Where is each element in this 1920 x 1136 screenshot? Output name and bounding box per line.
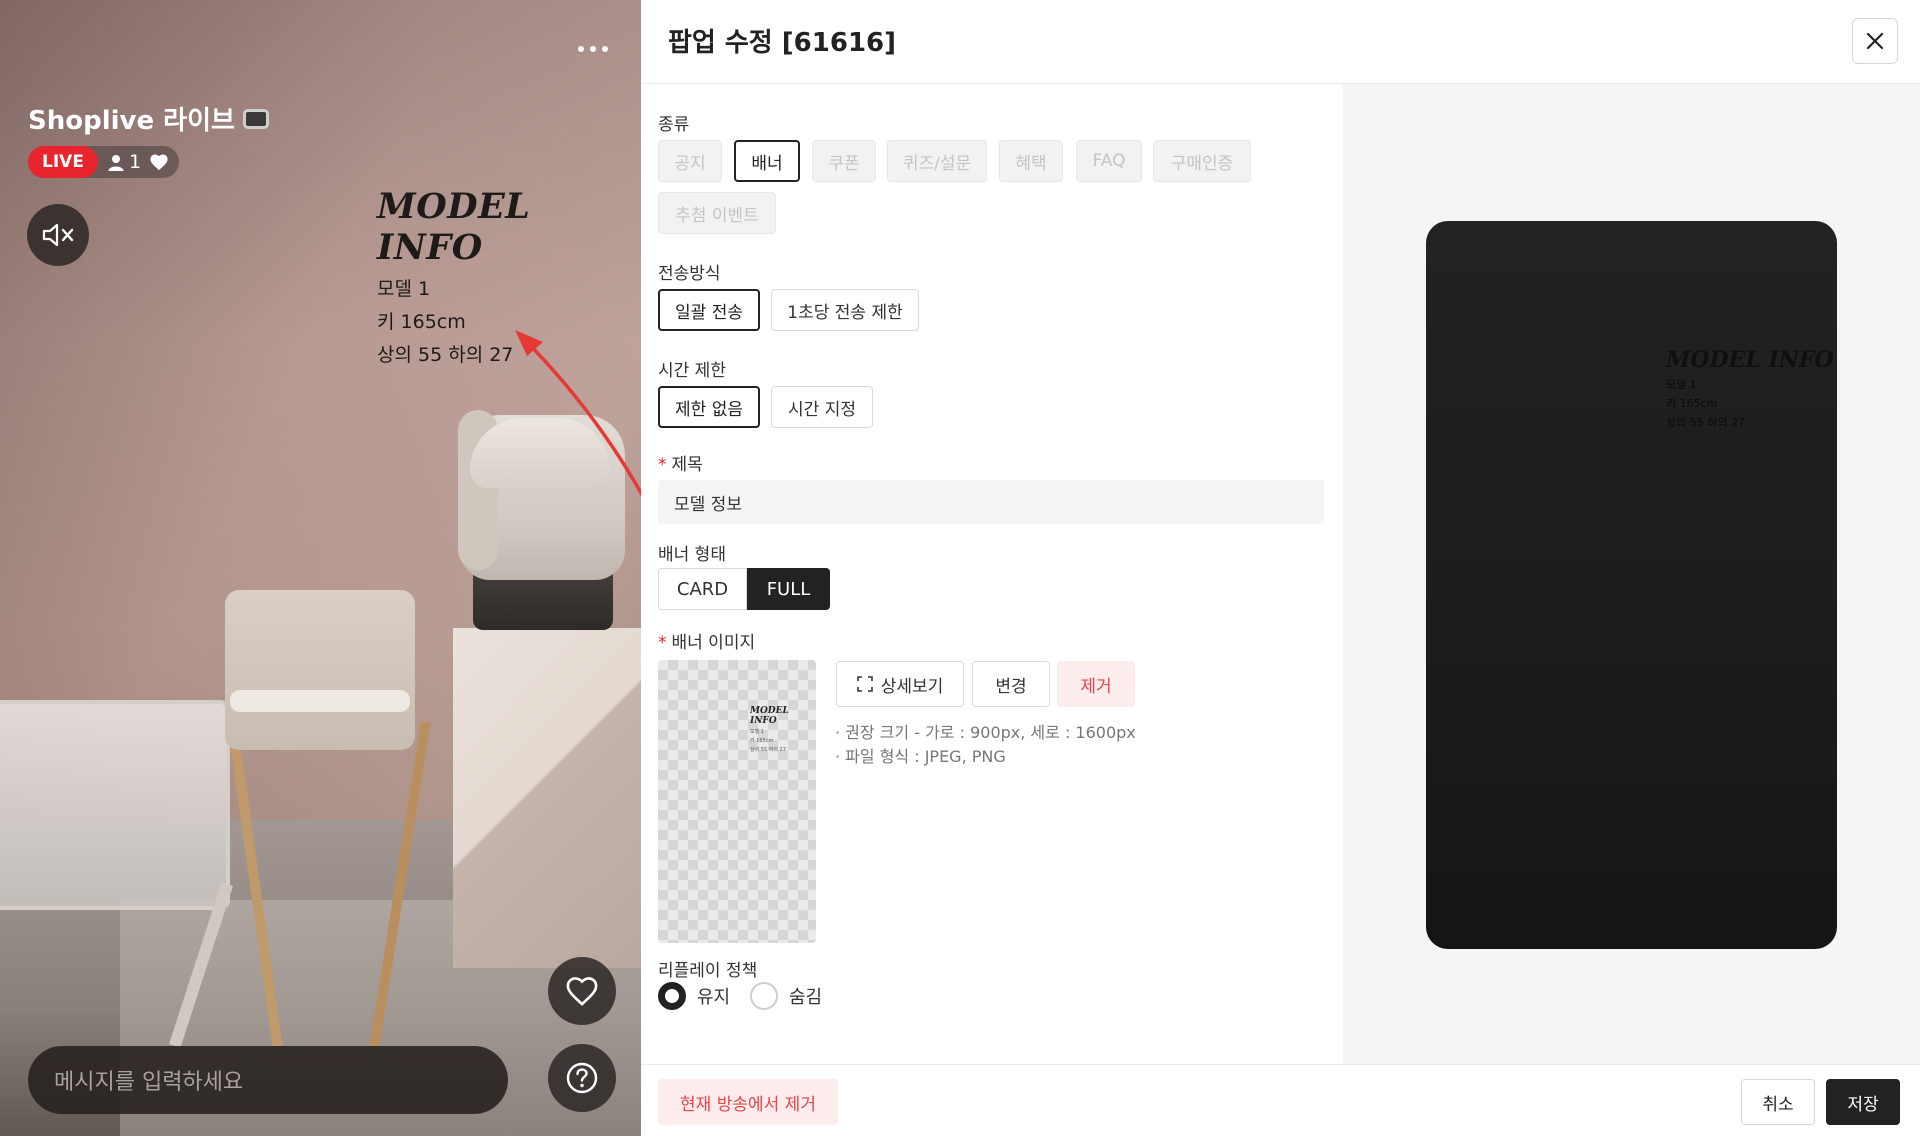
close-button[interactable] [1852,18,1898,64]
cancel-button[interactable]: 취소 [1741,1079,1815,1125]
banner-image-thumbnail: MODEL INFO 모델 1 키 165cm 상의 55 하의 27 [658,660,816,943]
banner-type-full[interactable]: FULL [747,568,830,610]
type-option-banner[interactable]: 배너 [734,140,800,182]
save-button[interactable]: 저장 [1826,1079,1900,1125]
replay-policy-hide[interactable]: 숨김 [750,982,822,1010]
modal-title: 팝업 수정 [61616] [668,28,897,58]
banner-image-label-text: 배너 이미지 [671,633,756,653]
time-limit-label: 시간 제한 [658,361,726,381]
required-mark: * [658,455,667,475]
type-option-quiz-survey[interactable]: 퀴즈/설문 [887,140,987,182]
popup-edit-modal: 팝업 수정 [61616] 종류 공지 배너 쿠폰 퀴즈/설문 혜택 FAQ 구… [641,0,1920,1136]
tv-icon [242,108,269,129]
banner-preview-screen: MODEL INFO 모델 1 키 165cm 상의 55 하의 27 [1426,221,1837,949]
stream-title-text: Shoplive 라이브 [28,106,235,136]
type-option-notice[interactable]: 공지 [658,140,722,182]
type-label: 종류 [658,115,690,135]
scene-highchair [225,590,415,750]
scene-car-seat-head [470,418,610,488]
type-option-coupon[interactable]: 쿠폰 [812,140,876,182]
viewer-count: 1 [98,151,149,173]
remove-image-button[interactable]: 제거 [1057,661,1135,707]
replay-policy-label: 리플레이 정책 [658,961,758,981]
model-info-line: 상의 55 하의 27 [377,344,514,366]
detail-view-label: 상세보기 [880,676,944,697]
modal-footer: 현재 방송에서 제거 취소 저장 [641,1064,1920,1136]
banner-type-card[interactable]: CARD [658,568,747,610]
time-limit-none[interactable]: 제한 없음 [658,386,760,428]
replay-policy-hide-label: 숨김 [789,987,823,1008]
thumbnail-line: 모델 1 [750,729,764,735]
preview-model-info: MODEL INFO 모델 1 키 165cm 상의 55 하의 27 [1666,347,1834,430]
model-info-line: 모델 1 [377,278,431,300]
close-icon [1866,32,1884,50]
popup-form: 종류 공지 배너 쿠폰 퀴즈/설문 혜택 FAQ 구매인증 추첨 이벤트 전송방… [641,84,1343,1064]
help-button[interactable] [548,1044,616,1112]
expand-icon [856,676,873,692]
heart-icon [566,977,598,1006]
heart-icon [149,153,179,171]
radio-unchecked-icon [750,982,778,1010]
title-field-label-text: 제목 [671,455,703,475]
question-icon [566,1062,598,1094]
stream-title: Shoplive 라이브 [28,100,269,137]
remove-from-broadcast-button[interactable]: 현재 방송에서 제거 [658,1079,838,1125]
live-badge: LIVE [28,146,98,178]
thumbnail-model-info: MODEL INFO 모델 1 키 165cm 상의 55 하의 27 [750,706,816,753]
like-button[interactable] [548,957,616,1025]
live-stream-view: Shoplive 라이브 LIVE 1 MODEL INFO 모델 1 키 16… [0,0,641,1136]
thumbnail-title: MODEL INFO [750,706,789,726]
model-info-overlay: MODEL INFO 모델 1 키 165cm 상의 55 하의 27 [377,186,641,367]
banner-image-label: * 배너 이미지 [658,628,755,653]
model-info-line: 키 165cm [377,311,466,333]
type-option-raffle-event[interactable]: 추첨 이벤트 [658,192,776,234]
title-input[interactable]: 모델 정보 [658,480,1324,524]
type-option-benefit[interactable]: 혜택 [999,140,1063,182]
image-size-hint: · 권장 크기 - 가로 : 900px, 세로 : 1600px [835,723,1136,742]
banner-type-label: 배너 형태 [658,545,726,565]
title-field-label: * 제목 [658,450,703,475]
send-method-bulk[interactable]: 일괄 전송 [658,289,760,331]
required-mark: * [658,633,667,653]
radio-checked-icon [658,982,686,1010]
send-method-label: 전송방식 [658,264,721,284]
scene-pedestal [453,628,641,968]
speaker-mute-icon[interactable] [27,204,89,266]
preview-title: MODEL INFO [1666,347,1834,373]
preview-line: 상의 55 하의 27 [1666,416,1745,429]
replay-policy-keep[interactable]: 유지 [658,982,730,1010]
chat-message-input[interactable]: 메시지를 입력하세요 [28,1046,508,1114]
image-format-hint: · 파일 형식 : JPEG, PNG [835,747,1006,766]
banner-preview-panel: MODEL INFO 모델 1 키 165cm 상의 55 하의 27 [1343,84,1920,1064]
viewer-count-value: 1 [128,151,142,173]
time-limit-custom[interactable]: 시간 지정 [771,386,873,428]
preview-line: 모델 1 [1666,378,1697,391]
change-image-button[interactable]: 변경 [972,661,1050,707]
scene-highchair-tray [230,690,410,712]
model-info-title: MODEL INFO [377,186,531,268]
send-method-rate-limit[interactable]: 1초당 전송 제한 [771,289,919,331]
type-option-faq[interactable]: FAQ [1076,140,1142,182]
replay-policy-keep-label: 유지 [697,987,731,1008]
detail-view-button[interactable]: 상세보기 [836,661,964,707]
modal-header: 팝업 수정 [61616] [641,0,1920,84]
more-horizontal-icon[interactable] [578,46,608,52]
person-icon [108,154,124,171]
type-option-purchase-verify[interactable]: 구매인증 [1153,140,1251,182]
thumbnail-line: 상의 55 하의 27 [750,747,786,753]
preview-line: 키 165cm [1666,397,1718,410]
live-status-bar: LIVE 1 [28,146,180,178]
thumbnail-line: 키 165cm [750,738,774,744]
scene-crib [0,700,230,910]
